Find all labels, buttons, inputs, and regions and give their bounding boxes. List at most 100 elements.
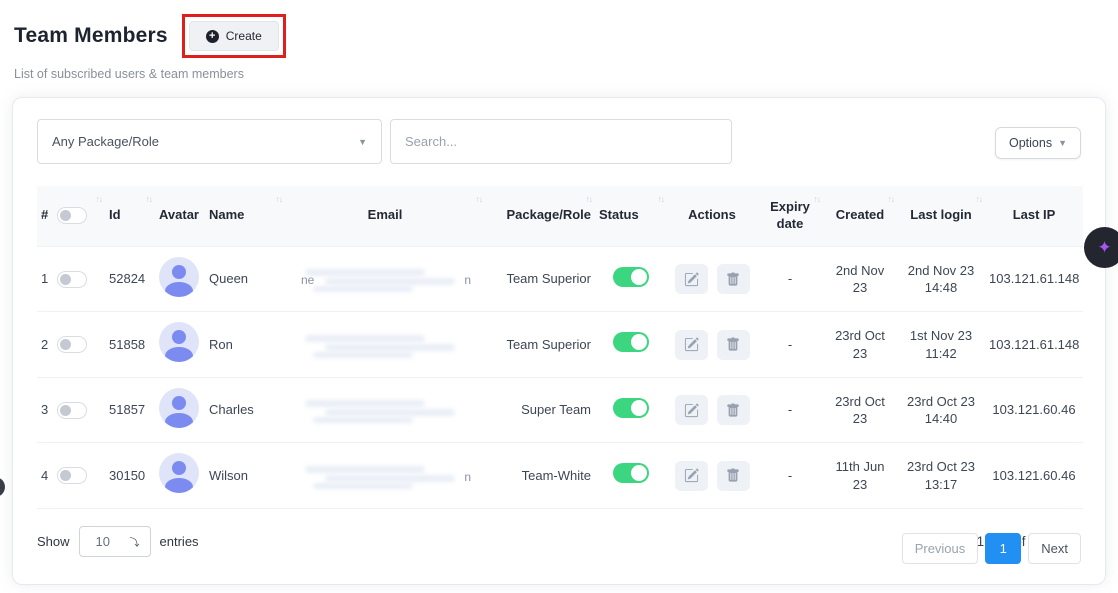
- col-header-num[interactable]: # ↑↓: [37, 186, 105, 246]
- col-header-name[interactable]: Name↑↓: [205, 186, 285, 246]
- expiry-date: -: [788, 271, 792, 286]
- row-number: 1: [41, 270, 48, 288]
- avatar: [159, 453, 199, 493]
- row-select-toggle[interactable]: [57, 271, 87, 288]
- package-role: Super Team: [521, 402, 591, 417]
- sort-icon[interactable]: ↑↓: [814, 194, 821, 205]
- member-email-redacted: [295, 392, 475, 428]
- member-id: 52824: [109, 271, 145, 286]
- page-size-select[interactable]: 10 ⤵︎: [79, 526, 151, 557]
- status-toggle[interactable]: [613, 463, 649, 483]
- package-role: Team-White: [522, 468, 591, 483]
- edit-button[interactable]: [675, 395, 708, 425]
- row-select-toggle[interactable]: [57, 402, 87, 419]
- member-id: 30150: [109, 468, 145, 483]
- plus-circle-icon: +: [206, 30, 219, 43]
- create-button[interactable]: + Create: [189, 21, 279, 51]
- member-name: Wilson: [209, 468, 248, 483]
- col-header-actions: Actions: [667, 186, 757, 246]
- entries-label: entries: [160, 534, 199, 549]
- options-button-label: Options: [1009, 136, 1052, 150]
- sort-icon[interactable]: ↑↓: [276, 194, 283, 205]
- expiry-date: -: [788, 402, 792, 417]
- left-edge-handle[interactable]: [0, 477, 5, 497]
- table-row: 430150WilsonnTeam-White-11th Jun 2323rd …: [37, 443, 1083, 509]
- col-header-email[interactable]: Email↑↓: [285, 186, 485, 246]
- last-ip: 103.121.60.46: [992, 468, 1075, 483]
- create-button-label: Create: [226, 29, 262, 43]
- filter-row: Any Package/Role ▼ Options ▼: [37, 119, 1081, 164]
- delete-button[interactable]: [717, 330, 750, 360]
- created-date: 2nd Nov 23: [836, 263, 884, 296]
- sort-icon[interactable]: ↑↓: [146, 194, 153, 205]
- page-size-value: 10: [96, 534, 110, 549]
- delete-button[interactable]: [717, 264, 750, 294]
- sort-icon[interactable]: ↑↓: [476, 194, 483, 205]
- table-row: 351857CharlesSuper Team-23rd Oct 2323rd …: [37, 377, 1083, 443]
- last-login: 1st Nov 23 11:42: [910, 328, 972, 361]
- col-header-package-role[interactable]: Package/Role↑↓: [485, 186, 595, 246]
- last-login: 2nd Nov 23 14:48: [908, 263, 975, 296]
- col-header-avatar: Avatar: [155, 186, 205, 246]
- last-ip: 103.121.60.46: [992, 402, 1075, 417]
- edit-button[interactable]: [675, 264, 708, 294]
- last-login: 23rd Oct 23 13:17: [907, 459, 975, 492]
- sort-icon[interactable]: ↑↓: [586, 194, 593, 205]
- sort-icon[interactable]: ↑↓: [96, 194, 103, 205]
- col-header-last-login[interactable]: Last login↑↓: [897, 186, 985, 246]
- table-row: 251858RonTeam Superior-23rd Oct 231st No…: [37, 312, 1083, 378]
- select-all-toggle[interactable]: [57, 207, 87, 224]
- chevron-down-icon: ⤵︎: [130, 534, 140, 549]
- row-number: 2: [41, 336, 48, 354]
- status-toggle[interactable]: [613, 267, 649, 287]
- expiry-date: -: [788, 337, 792, 352]
- page-title: Team Members: [14, 24, 168, 48]
- row-number: 3: [41, 401, 48, 419]
- team-members-card: Any Package/Role ▼ Options ▼ # ↑↓ Id↑↓ A…: [12, 97, 1106, 585]
- edit-button[interactable]: [675, 330, 708, 360]
- created-date: 23rd Oct 23: [835, 394, 885, 427]
- member-email-redacted: nen: [295, 261, 475, 297]
- sort-icon[interactable]: ↑↓: [976, 194, 983, 205]
- member-id: 51858: [109, 337, 145, 352]
- col-header-expiry-date[interactable]: Expiry date↑↓: [757, 186, 823, 246]
- avatar: [159, 322, 199, 362]
- member-email-redacted: n: [295, 458, 475, 494]
- delete-button[interactable]: [717, 395, 750, 425]
- created-date: 11th Jun 23: [836, 459, 885, 492]
- current-page-button[interactable]: 1: [985, 533, 1021, 564]
- page-header: Team Members + Create List of subscribed…: [0, 0, 1118, 81]
- team-members-table: # ↑↓ Id↑↓ Avatar Name↑↓ Email↑↓ Package/…: [37, 186, 1083, 509]
- created-date: 23rd Oct 23: [835, 328, 885, 361]
- assistant-fab-button[interactable]: ✦: [1084, 227, 1118, 268]
- next-page-button[interactable]: Next: [1028, 533, 1081, 564]
- package-role-select[interactable]: Any Package/Role ▼: [37, 119, 382, 164]
- search-input[interactable]: [390, 119, 732, 164]
- caret-down-icon: ▼: [1058, 138, 1067, 148]
- last-ip: 103.121.61.148: [989, 337, 1079, 352]
- package-role: Team Superior: [506, 271, 591, 286]
- previous-page-button[interactable]: Previous: [902, 533, 979, 564]
- col-header-id[interactable]: Id↑↓: [105, 186, 155, 246]
- options-button[interactable]: Options ▼: [995, 127, 1081, 159]
- row-select-toggle[interactable]: [57, 467, 87, 484]
- package-role: Team Superior: [506, 337, 591, 352]
- col-header-status[interactable]: Status↑↓: [595, 186, 667, 246]
- table-row: 1 52824 Queen nen Team Superior - 2nd Nov 23 2n…: [37, 246, 1083, 312]
- member-name: Queen: [209, 271, 248, 286]
- caret-down-icon: ▼: [358, 137, 367, 147]
- last-login: 23rd Oct 23 14:40: [907, 394, 975, 427]
- sort-icon[interactable]: ↑↓: [888, 194, 895, 205]
- col-header-created[interactable]: Created↑↓: [823, 186, 897, 246]
- member-email-redacted: [295, 327, 475, 363]
- row-select-toggle[interactable]: [57, 336, 87, 353]
- status-toggle[interactable]: [613, 398, 649, 418]
- sort-icon[interactable]: ↑↓: [658, 194, 665, 205]
- page-subtitle: List of subscribed users & team members: [14, 67, 1118, 81]
- pagination: Previous 1 Next: [902, 533, 1081, 564]
- delete-button[interactable]: [717, 461, 750, 491]
- package-role-selected-value: Any Package/Role: [52, 134, 159, 149]
- edit-button[interactable]: [675, 461, 708, 491]
- status-toggle[interactable]: [613, 332, 649, 352]
- annotation-red-box: + Create: [182, 14, 286, 58]
